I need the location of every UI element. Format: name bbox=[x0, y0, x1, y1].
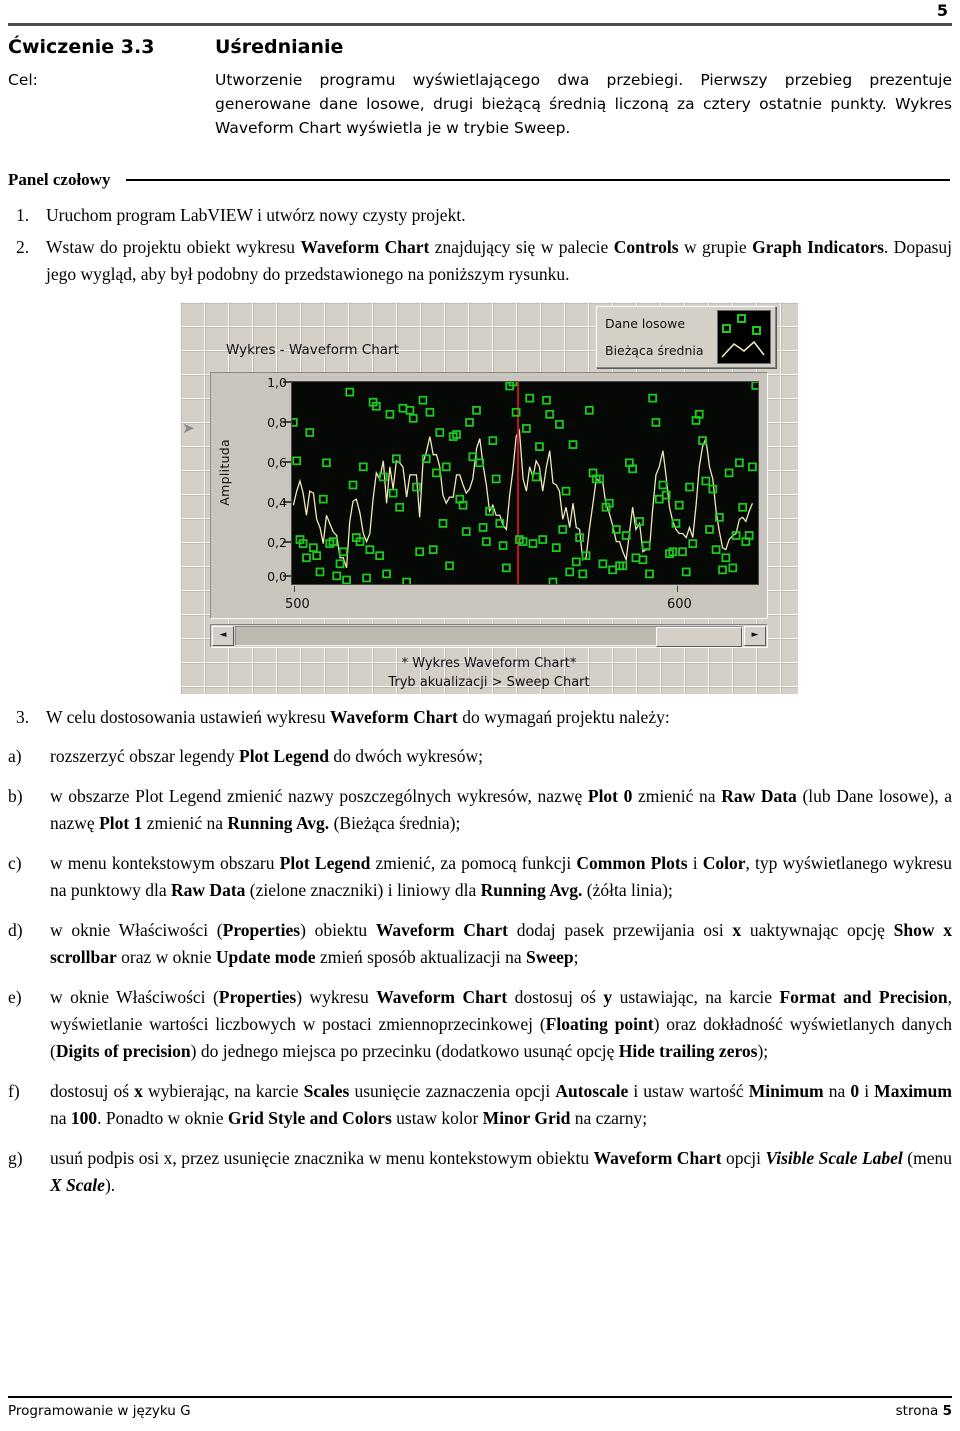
figure-caption-line-2: Tryb akualizacji > Sweep Chart bbox=[388, 675, 590, 690]
front-panel-section-heading: Panel czołowy bbox=[8, 170, 952, 190]
footer-left-text: Programowanie w języku G bbox=[8, 1403, 191, 1419]
x-tick-mark bbox=[677, 586, 678, 592]
document-page: 5 Ćwiczenie 3.3 Uśrednianie Cel: Utworze… bbox=[0, 0, 960, 1431]
scroll-left-arrow-icon[interactable]: ◄ bbox=[212, 626, 234, 646]
chart-title: Wykres - Waveform Chart bbox=[226, 342, 399, 358]
scrollbar-track[interactable] bbox=[235, 626, 743, 647]
goal-label: Cel: bbox=[8, 71, 38, 89]
scroll-right-arrow-icon[interactable]: ► bbox=[744, 626, 766, 646]
figure-labview-front-panel: ➤ Wykres - Waveform Chart Dane losowe Bi… bbox=[8, 302, 952, 694]
step-marker: 2. bbox=[16, 237, 30, 257]
substep-text: dostosuj oś x wybierając, na karcie Scal… bbox=[50, 1081, 952, 1128]
x-tick-label: 600 bbox=[667, 597, 692, 612]
step-text: Wstaw do projektu obiekt wykresu Wavefor… bbox=[46, 237, 953, 284]
plot-legend-names: Dane losowe Bieżąca średnia bbox=[597, 307, 717, 367]
x-tick-label: 500 bbox=[285, 597, 310, 612]
substeps-list: a) rozszerzyć obszar legendy Plot Legend… bbox=[8, 743, 952, 1199]
x-scrollbar[interactable]: ◄ ► bbox=[210, 624, 768, 648]
plot-legend-label-0[interactable]: Dane losowe bbox=[605, 310, 717, 337]
footer-right: strona 5 bbox=[896, 1403, 952, 1419]
scrollbar-thumb[interactable] bbox=[656, 627, 742, 647]
substep-text: w obszarze Plot Legend zmienić nazwy pos… bbox=[50, 786, 952, 833]
panel-resize-handle-icon: ➤ bbox=[182, 419, 195, 437]
footer-page-number: 5 bbox=[942, 1403, 952, 1419]
plot-legend-style-preview bbox=[721, 314, 765, 358]
substep-marker: b) bbox=[8, 786, 23, 806]
plot-legend-label-1[interactable]: Bieżąca średnia bbox=[605, 337, 717, 364]
substep-item: d) w oknie Właściwości (Properties) obie… bbox=[8, 917, 952, 971]
exercise-header: Ćwiczenie 3.3 Uśrednianie bbox=[8, 36, 952, 58]
page-footer: Programowanie w języku G strona 5 bbox=[8, 1396, 952, 1419]
header-divider bbox=[8, 23, 952, 26]
exercise-number: Ćwiczenie 3.3 bbox=[8, 36, 155, 58]
waveform-chart[interactable]: Amplituda 1,0 0,8 0,6 0,4 0,2 0,0 500 60… bbox=[210, 372, 768, 619]
substep-item: c) w menu kontekstowym obszaru Plot Lege… bbox=[8, 850, 952, 904]
step-item: 2. Wstaw do projektu obiekt wykresu Wave… bbox=[8, 234, 952, 288]
substep-marker: g) bbox=[8, 1148, 23, 1168]
plot-legend[interactable]: Dane losowe Bieżąca średnia bbox=[596, 306, 776, 368]
steps-list-continued: 3. W celu dostosowania ustawień wykresu … bbox=[8, 704, 952, 731]
substep-item: g) usuń podpis osi x, przez usunięcie zn… bbox=[8, 1145, 952, 1199]
step-item: 3. W celu dostosowania ustawień wykresu … bbox=[8, 704, 952, 731]
figure-caption: * Wykres Waveform Chart* Tryb akualizacj… bbox=[180, 654, 798, 692]
plot-legend-swatches[interactable] bbox=[717, 310, 771, 364]
substep-item: e) w oknie Właściwości (Properties) wykr… bbox=[8, 984, 952, 1065]
x-tick-mark bbox=[294, 586, 295, 592]
chart-canvas bbox=[292, 382, 758, 584]
substep-text: w oknie Właściwości (Properties) wykresu… bbox=[50, 987, 952, 1061]
footer-page-label: strona bbox=[895, 1403, 939, 1419]
substep-text: usuń podpis osi x, przez usunięcie znacz… bbox=[50, 1148, 952, 1195]
goal-text: Utworzenie programu wyświetlającego dwa … bbox=[215, 71, 952, 137]
substep-text: w oknie Właściwości (Properties) obiektu… bbox=[50, 920, 952, 967]
step-marker: 3. bbox=[16, 707, 30, 727]
step-item: 1. Uruchom program LabVIEW i utwórz nowy… bbox=[8, 202, 952, 229]
exercise-title: Uśrednianie bbox=[215, 36, 344, 58]
page-number-top: 5 bbox=[936, 1, 948, 20]
substep-marker: a) bbox=[8, 746, 22, 766]
substep-marker: d) bbox=[8, 920, 23, 940]
substep-text: rozszerzyć obszar legendy Plot Legend do… bbox=[50, 746, 484, 766]
step-text: W celu dostosowania ustawień wykresu Wav… bbox=[46, 707, 670, 727]
chart-plot-area[interactable] bbox=[291, 381, 759, 585]
substep-marker: f) bbox=[8, 1081, 20, 1101]
steps-list: 1. Uruchom program LabVIEW i utwórz nowy… bbox=[8, 202, 952, 288]
labview-panel: ➤ Wykres - Waveform Chart Dane losowe Bi… bbox=[180, 302, 798, 694]
substep-text: w menu kontekstowym obszaru Plot Legend … bbox=[50, 853, 952, 900]
substep-marker: e) bbox=[8, 987, 22, 1007]
substep-item: f) dostosuj oś x wybierając, na karcie S… bbox=[8, 1078, 952, 1132]
substep-item: a) rozszerzyć obszar legendy Plot Legend… bbox=[8, 743, 952, 770]
step-marker: 1. bbox=[16, 205, 30, 225]
goal-block: Cel: Utworzenie programu wyświetlającego… bbox=[8, 68, 952, 140]
substep-marker: c) bbox=[8, 853, 22, 873]
figure-caption-line-1: * Wykres Waveform Chart* bbox=[401, 656, 577, 671]
substep-item: b) w obszarze Plot Legend zmienić nazwy … bbox=[8, 783, 952, 837]
section-title: Panel czołowy bbox=[8, 170, 111, 189]
step-text: Uruchom program LabVIEW i utwórz nowy cz… bbox=[46, 205, 466, 225]
footer-divider bbox=[8, 1396, 952, 1398]
section-rule bbox=[126, 179, 950, 181]
